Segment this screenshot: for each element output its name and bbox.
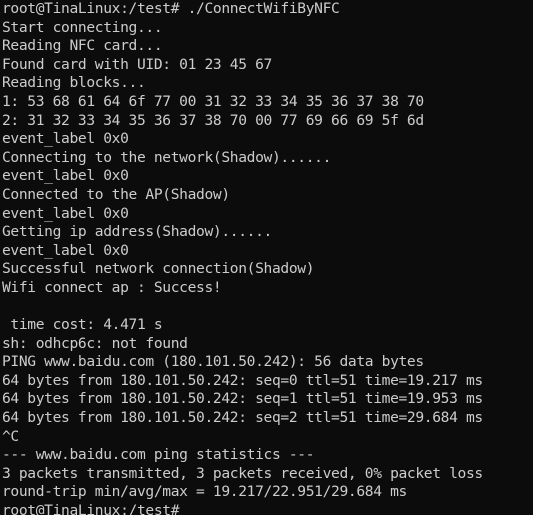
terminal-line: Getting ip address(Shadow)......	[2, 223, 272, 241]
terminal-line: event_label 0x0	[2, 204, 129, 222]
terminal-line: sh: odhcp6c: not found	[2, 334, 188, 352]
text-cursor	[179, 504, 187, 515]
terminal-line: 64 bytes from 180.101.50.242: seq=2 ttl=…	[2, 409, 483, 427]
terminal-line: --- www.baidu.com ping statistics ---	[2, 446, 315, 464]
terminal-line: Connected to the AP(Shadow)	[2, 185, 230, 203]
shell-prompt: root@TinaLinux:/test#	[2, 502, 180, 515]
terminal-prompt-line[interactable]: root@TinaLinux:/test#	[2, 502, 533, 515]
terminal-window[interactable]: root@TinaLinux:/test# ./ConnectWifiByNFC…	[0, 0, 533, 515]
terminal-line: Found card with UID: 01 23 45 67	[2, 55, 272, 73]
terminal-line: Reading NFC card...	[2, 37, 163, 55]
terminal-line: Reading blocks...	[2, 74, 146, 92]
terminal-line: event_label 0x0	[2, 167, 129, 185]
terminal-line: 3 packets transmitted, 3 packets receive…	[2, 464, 483, 482]
terminal-line: event_label 0x0	[2, 130, 129, 148]
terminal-line: 64 bytes from 180.101.50.242: seq=1 ttl=…	[2, 390, 483, 408]
terminal-line: round-trip min/avg/max = 19.217/22.951/2…	[2, 483, 407, 501]
terminal-line: PING www.baidu.com (180.101.50.242): 56 …	[2, 353, 424, 371]
terminal-line: Connecting to the network(Shadow)......	[2, 148, 332, 166]
terminal-line: Successful network connection(Shadow)	[2, 260, 315, 278]
terminal-line: Wifi connect ap : Success!	[2, 278, 222, 296]
terminal-line-command: root@TinaLinux:/test# ./ConnectWifiByNFC	[2, 0, 340, 17]
terminal-line: time cost: 4.471 s	[2, 316, 163, 334]
terminal-line: event_label 0x0	[2, 241, 129, 259]
terminal-line: ^C	[2, 427, 19, 445]
terminal-line: Start connecting...	[2, 18, 163, 36]
terminal-line: 64 bytes from 180.101.50.242: seq=0 ttl=…	[2, 371, 483, 389]
terminal-line: 2: 31 32 33 34 35 36 37 38 70 00 77 69 6…	[2, 111, 424, 129]
terminal-line: 1: 53 68 61 64 6f 77 00 31 32 33 34 35 3…	[2, 92, 424, 110]
